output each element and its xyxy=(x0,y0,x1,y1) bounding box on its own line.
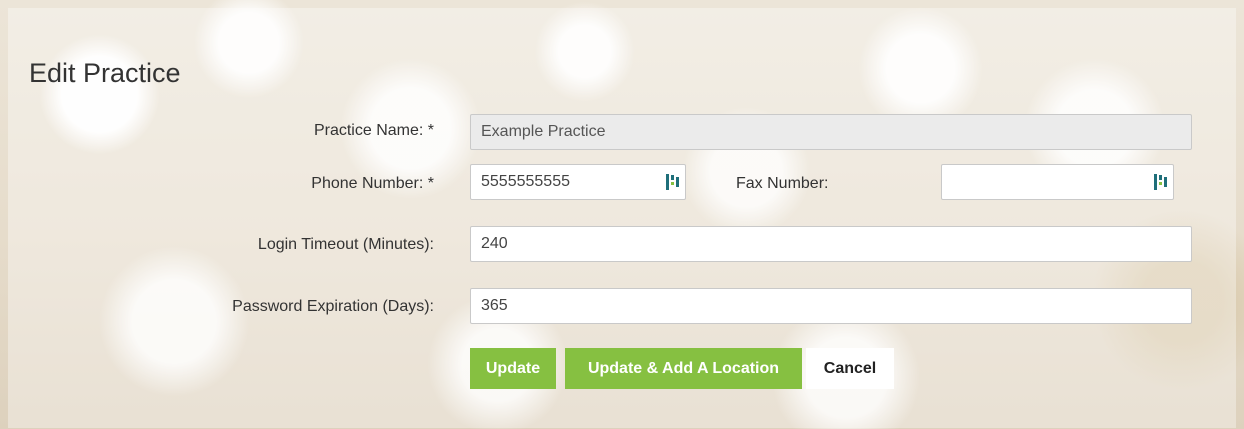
cancel-button[interactable]: Cancel xyxy=(806,348,894,389)
page-title: Edit Practice xyxy=(29,58,181,88)
password-expiration-input[interactable] xyxy=(470,288,1192,324)
fax-number-input[interactable] xyxy=(941,164,1174,200)
practice-name-input xyxy=(470,114,1192,150)
phone-number-input[interactable] xyxy=(470,164,686,200)
practice-name-label: Practice Name: * xyxy=(313,122,434,139)
phone-number-label: Phone Number: * xyxy=(311,175,434,192)
page-background: Edit Practice Practice Name: * Phone Num… xyxy=(0,0,1244,429)
update-button[interactable]: Update xyxy=(470,348,556,389)
password-expiration-label: Password Expiration (Days): xyxy=(232,298,434,315)
phone-widget-icon[interactable] xyxy=(1153,173,1169,191)
fax-number-label: Fax Number: xyxy=(736,175,829,192)
login-timeout-input[interactable] xyxy=(470,226,1192,262)
update-add-location-button[interactable]: Update & Add A Location xyxy=(565,348,802,389)
login-timeout-label: Login Timeout (Minutes): xyxy=(257,236,434,253)
phone-widget-icon[interactable] xyxy=(665,173,681,191)
